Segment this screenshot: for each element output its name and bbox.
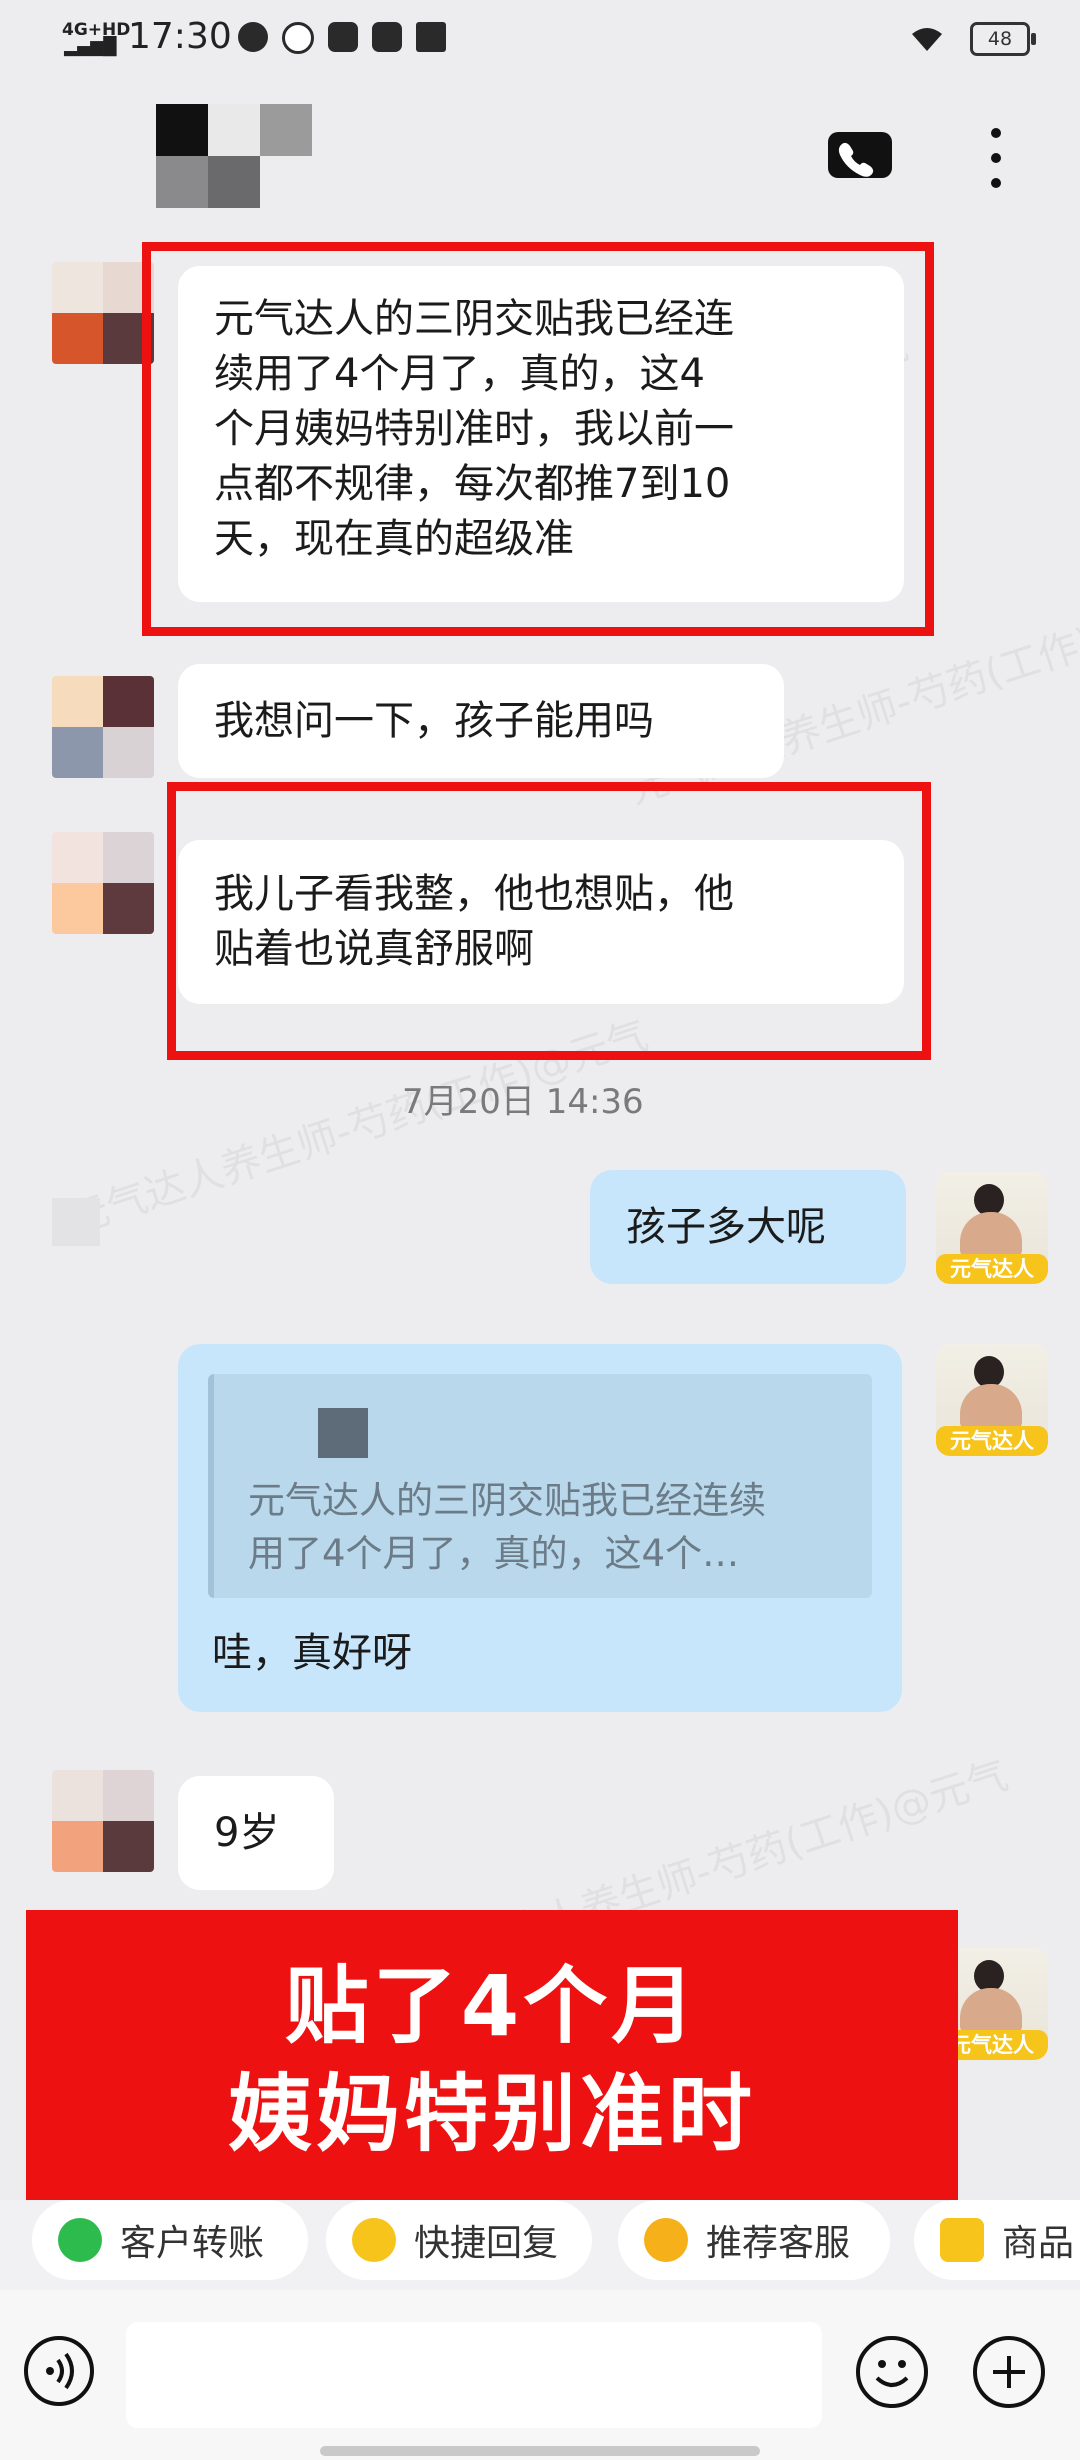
sender-avatar[interactable]: [52, 1770, 154, 1872]
my-avatar[interactable]: 元气达人: [936, 1344, 1048, 1456]
plus-icon: [993, 2356, 1025, 2388]
network-indicator: 4G+HD ▂▄▆█: [62, 20, 131, 57]
blur-placeholder: [52, 1198, 100, 1246]
sender-avatar[interactable]: [52, 676, 154, 778]
quote-text: 元气达人的三阴交贴我已经连续 用了4个月了，真的，这4个…: [248, 1479, 766, 1575]
message-bubble[interactable]: 元气达人的三阴交贴我已经连 续用了4个月了，真的，这4 个月姨妈特别准时，我以前…: [178, 266, 904, 602]
emoji-button[interactable]: [856, 2336, 928, 2408]
dot-icon: [991, 153, 1001, 163]
home-indicator[interactable]: [320, 2446, 760, 2456]
dot-icon: [991, 128, 1001, 138]
transfer-icon: [58, 2218, 102, 2262]
recommend-icon: [644, 2218, 688, 2262]
card-icon: [372, 22, 402, 52]
message-bubble[interactable]: 元气达人的三阴交贴我已经连续 用了4个月了，真的，这4个… 哇，真好呀: [178, 1344, 902, 1712]
status-right: 48: [910, 22, 1036, 56]
brand-badge: 元气达人: [936, 1254, 1048, 1284]
battery-icon: 48: [970, 22, 1036, 56]
promo-banner: 贴了4个月 姨妈特别准时: [26, 1910, 958, 2210]
voice-icon: [46, 2352, 74, 2390]
clock: 17:30: [128, 16, 232, 57]
quick-action-recommend[interactable]: 推荐客服: [618, 2200, 890, 2280]
dot-icon: [991, 178, 1001, 188]
status-bar: 4G+HD ▂▄▆█ 17:30 48: [0, 0, 1080, 80]
phone-icon: [838, 138, 890, 177]
contact-avatar[interactable]: [156, 104, 312, 208]
video-call-button[interactable]: [828, 132, 892, 178]
sender-avatar[interactable]: [52, 262, 154, 364]
emoji-icon: [875, 2360, 909, 2387]
quick-reply-icon: [352, 2218, 396, 2262]
brand-badge: 元气达人: [936, 1426, 1048, 1456]
quick-action-product[interactable]: 商品: [914, 2200, 1080, 2280]
add-button[interactable]: [973, 2336, 1045, 2408]
notification-icons: [238, 22, 446, 54]
app-icon: [282, 22, 314, 54]
message-bubble[interactable]: 9岁: [178, 1776, 334, 1890]
more-options-button[interactable]: [988, 128, 1004, 188]
product-icon: [940, 2218, 984, 2262]
quick-action-reply[interactable]: 快捷回复: [326, 2200, 592, 2280]
message-bubble[interactable]: 我想问一下，孩子能用吗: [178, 664, 784, 778]
message-input[interactable]: [126, 2322, 822, 2428]
signal-icon: ▂▄▆█: [64, 37, 117, 57]
message-bubble[interactable]: 我儿子看我整，他也想贴，他 贴着也说真舒服啊: [178, 840, 904, 1004]
wifi-icon: [912, 28, 942, 51]
message-bubble[interactable]: 孩子多大呢: [590, 1170, 906, 1284]
quick-action-transfer[interactable]: 客户转账: [32, 2200, 308, 2280]
message-text: 哇，真好呀: [212, 1630, 412, 1676]
book-icon: [416, 22, 446, 52]
play-icon: [328, 22, 358, 52]
quoted-message[interactable]: 元气达人的三阴交贴我已经连续 用了4个月了，真的，这4个…: [208, 1374, 872, 1598]
quote-avatar: [318, 1408, 368, 1458]
banner-line1: 贴了4个月: [284, 1957, 700, 2055]
wechat-icon: [238, 22, 268, 52]
sender-avatar[interactable]: [52, 832, 154, 934]
voice-button[interactable]: [24, 2336, 94, 2406]
timestamp: 7月20日 14:36: [402, 1082, 644, 1122]
banner-line2: 姨妈特别准时: [227, 2065, 756, 2163]
my-avatar[interactable]: 元气达人: [936, 1172, 1048, 1284]
